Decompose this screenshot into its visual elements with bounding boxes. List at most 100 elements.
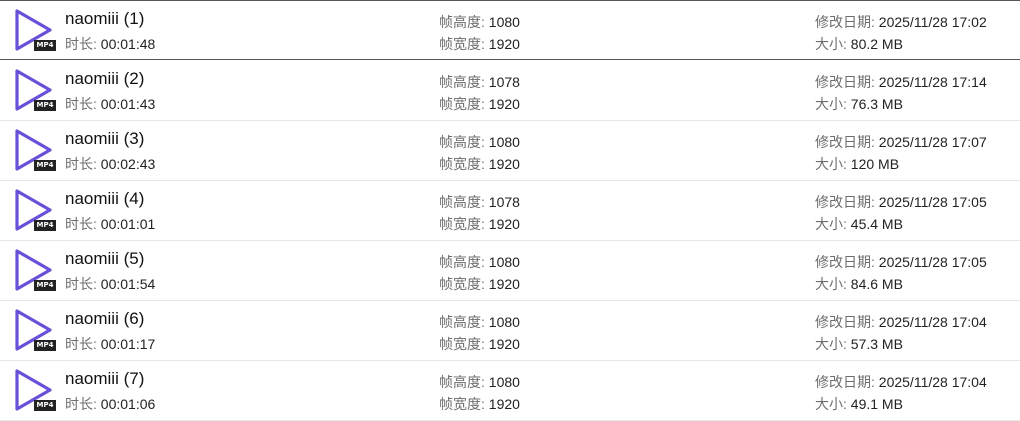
file-size-field: 大小: 57.3 MB (815, 335, 903, 353)
frame-width-value: 1920 (488, 36, 520, 52)
frame-height-field: 帧高度: 1078 (439, 73, 520, 91)
file-name[interactable]: naomiii (3) (65, 128, 144, 150)
frame-height-label: 帧高度: (439, 74, 489, 90)
file-row[interactable]: MP4 naomiii (1) 时长: 00:01:48 帧高度: 1080 帧… (0, 0, 1020, 60)
file-row[interactable]: MP4 naomiii (5) 时长: 00:01:54 帧高度: 1080 帧… (0, 241, 1020, 301)
frame-width-field: 帧宽度: 1920 (439, 215, 520, 233)
modified-date-label: 修改日期: (815, 134, 879, 150)
file-row[interactable]: MP4 naomiii (4) 时长: 00:01:01 帧高度: 1078 帧… (0, 181, 1020, 241)
frame-height-field: 帧高度: 1080 (439, 373, 520, 391)
file-row[interactable]: MP4 naomiii (7) 时长: 00:01:06 帧高度: 1080 帧… (0, 361, 1020, 421)
frame-width-value: 1920 (488, 156, 520, 172)
duration-field: 时长: 00:01:01 (65, 215, 155, 233)
frame-width-field: 帧宽度: 1920 (439, 155, 520, 173)
mp4-badge: MP4 (34, 280, 56, 291)
mp4-badge: MP4 (34, 400, 56, 411)
frame-width-label: 帧宽度: (439, 96, 489, 112)
duration-label: 时长: (65, 36, 101, 52)
modified-date-value: 2025/11/28 17:05 (878, 254, 987, 270)
file-row[interactable]: MP4 naomiii (2) 时长: 00:01:43 帧高度: 1078 帧… (0, 61, 1020, 121)
modified-date-field: 修改日期: 2025/11/28 17:05 (815, 253, 987, 271)
frame-height-field: 帧高度: 1080 (439, 13, 520, 31)
file-row[interactable]: MP4 naomiii (6) 时长: 00:01:17 帧高度: 1080 帧… (0, 301, 1020, 361)
modified-date-value: 2025/11/28 17:04 (878, 314, 987, 330)
duration-field: 时长: 00:02:43 (65, 155, 155, 173)
duration-label: 时长: (65, 276, 101, 292)
modified-date-field: 修改日期: 2025/11/28 17:02 (815, 13, 987, 31)
duration-label: 时长: (65, 216, 101, 232)
file-size-value: 49.1 MB (850, 396, 903, 412)
file-size-value: 80.2 MB (850, 36, 903, 52)
modified-date-field: 修改日期: 2025/11/28 17:04 (815, 313, 987, 331)
frame-width-label: 帧宽度: (439, 396, 489, 412)
file-name[interactable]: naomiii (2) (65, 68, 144, 90)
mp4-badge: MP4 (34, 340, 56, 351)
file-name[interactable]: naomiii (6) (65, 308, 144, 330)
frame-height-value: 1080 (488, 314, 520, 330)
modified-date-label: 修改日期: (815, 314, 879, 330)
file-name[interactable]: naomiii (5) (65, 248, 144, 270)
file-size-value: 76.3 MB (850, 96, 903, 112)
modified-date-label: 修改日期: (815, 14, 879, 30)
play-video-icon: MP4 (12, 127, 58, 173)
frame-height-value: 1078 (488, 74, 520, 90)
file-name[interactable]: naomiii (7) (65, 368, 144, 390)
file-size-field: 大小: 80.2 MB (815, 35, 903, 53)
modified-date-field: 修改日期: 2025/11/28 17:04 (815, 373, 987, 391)
frame-width-field: 帧宽度: 1920 (439, 35, 520, 53)
play-video-icon: MP4 (12, 7, 58, 53)
file-size-field: 大小: 76.3 MB (815, 95, 903, 113)
duration-value: 00:01:43 (100, 96, 156, 112)
file-row[interactable]: MP4 naomiii (3) 时长: 00:02:43 帧高度: 1080 帧… (0, 121, 1020, 181)
frame-height-value: 1080 (488, 14, 520, 30)
mp4-badge: MP4 (34, 220, 56, 231)
duration-label: 时长: (65, 396, 101, 412)
play-video-icon: MP4 (12, 367, 58, 413)
file-size-field: 大小: 84.6 MB (815, 275, 903, 293)
modified-date-value: 2025/11/28 17:02 (878, 14, 987, 30)
play-video-icon: MP4 (12, 307, 58, 353)
duration-value: 00:01:06 (100, 396, 156, 412)
file-size-value: 45.4 MB (850, 216, 903, 232)
duration-value: 00:01:01 (100, 216, 156, 232)
frame-height-label: 帧高度: (439, 254, 489, 270)
frame-width-value: 1920 (488, 96, 520, 112)
modified-date-value: 2025/11/28 17:14 (878, 74, 987, 90)
modified-date-value: 2025/11/28 17:05 (878, 194, 987, 210)
frame-height-label: 帧高度: (439, 194, 489, 210)
mp4-badge: MP4 (34, 160, 56, 171)
frame-width-label: 帧宽度: (439, 336, 489, 352)
modified-date-label: 修改日期: (815, 254, 879, 270)
duration-field: 时长: 00:01:17 (65, 335, 155, 353)
file-size-label: 大小: (815, 336, 851, 352)
frame-width-label: 帧宽度: (439, 156, 489, 172)
duration-value: 00:02:43 (100, 156, 156, 172)
frame-height-value: 1080 (488, 254, 520, 270)
duration-label: 时长: (65, 336, 101, 352)
duration-field: 时长: 00:01:54 (65, 275, 155, 293)
frame-height-value: 1078 (488, 194, 520, 210)
play-video-icon: MP4 (12, 67, 58, 113)
frame-height-label: 帧高度: (439, 14, 489, 30)
frame-height-value: 1080 (488, 134, 520, 150)
modified-date-label: 修改日期: (815, 74, 879, 90)
frame-width-label: 帧宽度: (439, 216, 489, 232)
play-video-icon: MP4 (12, 247, 58, 293)
file-size-label: 大小: (815, 216, 851, 232)
modified-date-field: 修改日期: 2025/11/28 17:05 (815, 193, 987, 211)
duration-value: 00:01:54 (100, 276, 156, 292)
frame-width-value: 1920 (488, 216, 520, 232)
modified-date-label: 修改日期: (815, 374, 879, 390)
file-name[interactable]: naomiii (4) (65, 188, 144, 210)
file-size-value: 57.3 MB (850, 336, 903, 352)
file-name[interactable]: naomiii (1) (65, 8, 144, 30)
file-size-label: 大小: (815, 36, 851, 52)
frame-height-field: 帧高度: 1080 (439, 253, 520, 271)
file-size-label: 大小: (815, 396, 851, 412)
frame-height-field: 帧高度: 1080 (439, 133, 520, 151)
duration-label: 时长: (65, 156, 101, 172)
play-video-icon: MP4 (12, 187, 58, 233)
frame-height-label: 帧高度: (439, 314, 489, 330)
frame-width-label: 帧宽度: (439, 276, 489, 292)
frame-width-label: 帧宽度: (439, 36, 489, 52)
